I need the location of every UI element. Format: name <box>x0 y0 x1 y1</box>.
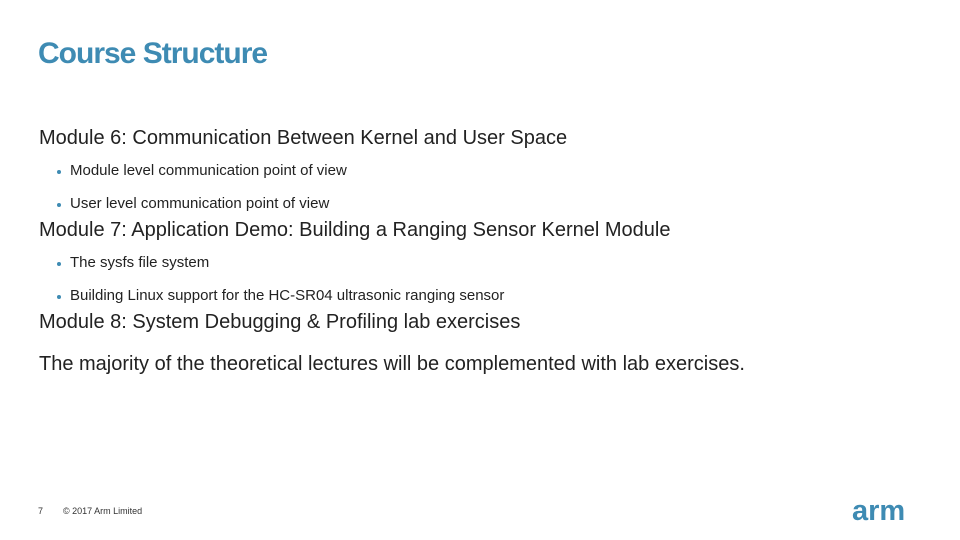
bullet-text: User level communication point of view <box>70 195 330 212</box>
copyright-text: © 2017 Arm Limited <box>63 506 143 516</box>
list-item: Module level communication point of view <box>39 161 919 181</box>
slide-title: Course Structure <box>38 37 268 70</box>
closing-statement: The majority of the theoretical lectures… <box>39 353 745 375</box>
bullet-text: The sysfs file system <box>70 254 210 271</box>
module-7-heading: Module 7: Application Demo: Building a R… <box>39 219 671 241</box>
module-7-bullets: The sysfs file system Building Linux sup… <box>39 253 919 306</box>
slide-content: Module 6: Communication Between Kernel a… <box>39 124 919 378</box>
module-6-heading: Module 6: Communication Between Kernel a… <box>39 127 568 149</box>
module-6-bullets: Module level communication point of view… <box>39 161 919 214</box>
list-item: The sysfs file system <box>39 253 919 273</box>
bullet-dot-icon <box>57 203 61 207</box>
list-item: User level communication point of view <box>39 194 919 214</box>
bullet-text: Module level communication point of view <box>70 162 347 179</box>
bullet-dot-icon <box>57 262 61 266</box>
arm-logo: arm <box>852 495 906 527</box>
module-8-heading: Module 8: System Debugging & Profiling l… <box>39 311 521 333</box>
bullet-dot-icon <box>57 295 61 299</box>
bullet-text: Building Linux support for the HC-SR04 u… <box>70 287 505 304</box>
slide: Course Structure Module 6: Communication… <box>0 0 960 540</box>
page-number: 7 <box>38 506 44 516</box>
list-item: Building Linux support for the HC-SR04 u… <box>39 286 919 306</box>
bullet-dot-icon <box>57 170 61 174</box>
